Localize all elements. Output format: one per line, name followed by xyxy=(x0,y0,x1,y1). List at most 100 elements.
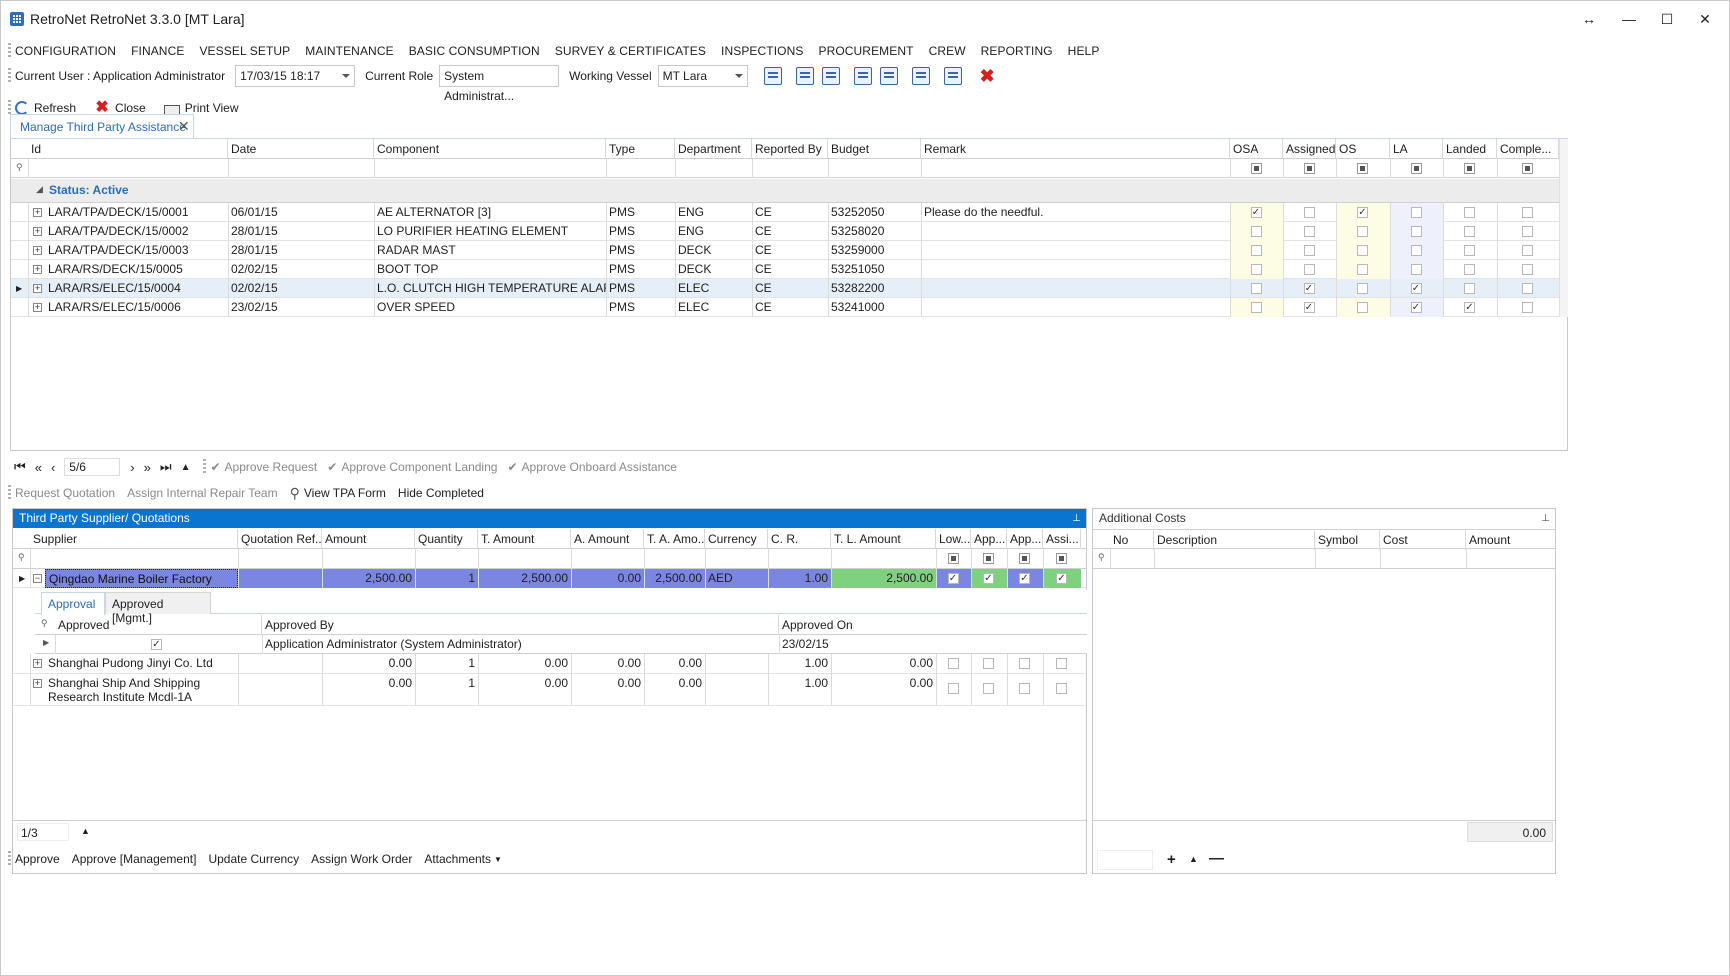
flag-checkbox[interactable]: ✓ xyxy=(983,573,994,584)
col-id[interactable]: Id xyxy=(28,139,228,159)
next-page-icon[interactable]: » xyxy=(144,460,151,475)
restore-size-button[interactable]: ↔ xyxy=(1572,8,1606,30)
flag-checkbox[interactable] xyxy=(1250,302,1262,313)
flag-checkbox[interactable] xyxy=(947,683,959,694)
print-view-button[interactable]: Print View xyxy=(163,101,239,115)
filter-checkbox[interactable] xyxy=(1303,163,1315,174)
approval-row[interactable]: ▶ ✓ Application Administrator (System Ad… xyxy=(35,635,1087,654)
flag-checkbox[interactable]: ✓ xyxy=(1250,207,1262,218)
add-icon[interactable]: + xyxy=(1167,851,1176,868)
prev-page-icon[interactable]: « xyxy=(35,460,42,475)
filter-checkbox[interactable] xyxy=(1357,163,1368,174)
expand-row-icon[interactable]: + xyxy=(33,679,42,688)
flag-checkbox[interactable]: ✓ xyxy=(1019,573,1030,584)
close-window-button[interactable]: ✕ xyxy=(1688,8,1722,30)
tab-approval[interactable]: Approval xyxy=(41,592,105,615)
flag-checkbox[interactable] xyxy=(1464,207,1475,218)
expand-row-icon[interactable]: + xyxy=(33,208,42,217)
flag-checkbox[interactable] xyxy=(1357,283,1368,294)
col-a-amount[interactable]: A. Amount xyxy=(571,529,644,549)
col-cost[interactable]: Cost xyxy=(1380,530,1466,550)
tpa-filter-row[interactable]: ⚲ xyxy=(11,159,1559,178)
flag-checkbox[interactable] xyxy=(1522,264,1533,275)
supplier-filter-row[interactable]: ⚲ xyxy=(13,549,1086,569)
approved-checkbox[interactable]: ✓ xyxy=(151,639,162,650)
col-la[interactable]: LA xyxy=(1390,139,1443,159)
table-row[interactable]: + LARA/TPA/DECK/15/0003 28/01/15 RADAR MAST… xyxy=(11,241,1559,260)
table-row[interactable]: + LARA/RS/ELEC/15/0006 23/02/15 OVER SPEED P… xyxy=(11,298,1559,317)
col-t-amount[interactable]: T. Amount xyxy=(478,529,571,549)
col-approved[interactable]: App... xyxy=(971,529,1007,549)
record-position-input[interactable]: 5/6 xyxy=(64,458,121,476)
flag-checkbox[interactable]: ✓ xyxy=(1303,302,1315,313)
menu-finance[interactable]: FINANCE xyxy=(131,44,184,58)
role-field[interactable]: System Administrat... xyxy=(439,65,560,103)
col-amount[interactable]: Amount xyxy=(1466,530,1555,550)
menu-help[interactable]: HELP xyxy=(1068,44,1100,58)
assign-internal-repair-team-button[interactable]: Assign Internal Repair Team xyxy=(127,486,278,500)
col-symbol[interactable]: Symbol xyxy=(1315,530,1380,550)
menu-maintenance[interactable]: MAINTENANCE xyxy=(305,44,393,58)
bar-chart-icon[interactable] xyxy=(943,67,962,85)
minimize-button[interactable]: — xyxy=(1612,8,1646,30)
calendar-icon[interactable] xyxy=(853,67,872,85)
next-record-icon[interactable]: › xyxy=(130,460,134,475)
table-row[interactable]: + Shanghai Ship And Shipping Research Ins… xyxy=(13,674,1086,706)
col-date[interactable]: Date xyxy=(228,139,374,159)
flag-checkbox[interactable] xyxy=(1357,226,1368,237)
close-tab-icon[interactable]: ✕ xyxy=(178,118,190,135)
col-quantity[interactable]: Quantity xyxy=(415,529,478,549)
col-assigned[interactable]: Assi... xyxy=(1043,529,1081,549)
col-approved[interactable]: Approved xyxy=(55,615,262,635)
col-type[interactable]: Type xyxy=(606,139,675,159)
col-lowest[interactable]: Low... xyxy=(936,529,971,549)
flag-checkbox[interactable] xyxy=(1303,264,1315,275)
expand-row-icon[interactable]: + xyxy=(33,227,42,236)
table-row[interactable]: + LARA/RS/DECK/15/0005 02/02/15 BOOT TOP PMS… xyxy=(11,260,1559,279)
attachments-button[interactable]: Attachments xyxy=(424,852,491,866)
menu-vessel-setup[interactable]: VESSEL SETUP xyxy=(199,44,290,58)
col-no[interactable]: No xyxy=(1110,530,1154,550)
flag-checkbox[interactable] xyxy=(1019,683,1030,694)
filter-checkbox[interactable] xyxy=(1056,553,1067,564)
filter-checkbox[interactable] xyxy=(1250,163,1262,174)
menu-survey-certificates[interactable]: SURVEY & CERTIFICATES xyxy=(555,44,706,58)
flag-checkbox[interactable] xyxy=(1522,245,1533,256)
flag-checkbox[interactable] xyxy=(1464,245,1475,256)
col-supplier[interactable]: Supplier xyxy=(30,529,238,549)
flag-checkbox[interactable] xyxy=(1019,658,1030,669)
flag-checkbox[interactable] xyxy=(947,658,959,669)
flag-checkbox[interactable] xyxy=(1056,683,1067,694)
filter-checkbox[interactable] xyxy=(1410,163,1422,174)
approve-onboard-assistance-button[interactable]: Approve Onboard Assistance xyxy=(522,460,677,474)
flag-checkbox[interactable] xyxy=(1522,283,1533,294)
expand-row-icon[interactable]: + xyxy=(33,659,42,668)
collapse-up-icon[interactable]: ▲ xyxy=(181,462,191,473)
col-remark[interactable]: Remark xyxy=(921,139,1230,159)
table-row[interactable]: ▶ + LARA/RS/ELEC/15/0004 02/02/15 L.O. CLUTC… xyxy=(11,279,1559,298)
expand-row-icon[interactable]: + xyxy=(33,246,42,255)
date-time-combo[interactable]: 17/03/15 18:17 xyxy=(235,65,356,87)
delete-x-icon[interactable]: ✖ xyxy=(980,66,995,87)
remove-icon[interactable]: — xyxy=(1209,850,1224,867)
collapse-row-icon[interactable]: − xyxy=(33,574,42,583)
flag-checkbox[interactable] xyxy=(1464,283,1475,294)
col-cr[interactable]: C. R. xyxy=(768,529,831,549)
flag-checkbox[interactable] xyxy=(1303,207,1315,218)
approve-component-landing-button[interactable]: Approve Component Landing xyxy=(341,460,497,474)
flag-checkbox[interactable] xyxy=(1464,264,1475,275)
flag-checkbox[interactable] xyxy=(1303,245,1315,256)
col-amount[interactable]: Amount xyxy=(322,529,415,549)
col-description[interactable]: Description xyxy=(1154,530,1315,550)
request-quotation-button[interactable]: Request Quotation xyxy=(15,486,115,500)
maximize-button[interactable]: ☐ xyxy=(1650,8,1684,30)
menu-procurement[interactable]: PROCUREMENT xyxy=(818,44,913,58)
approve-management-button[interactable]: Approve [Management] xyxy=(72,852,197,866)
table-row[interactable]: + Shanghai Pudong Jinyi Co. Ltd 0.00 1 0.00 0… xyxy=(13,654,1086,674)
col-os[interactable]: OS xyxy=(1336,139,1390,159)
vessel-combo[interactable]: MT Lara xyxy=(657,65,748,87)
flag-checkbox[interactable] xyxy=(1357,264,1368,275)
flag-checkbox[interactable] xyxy=(1250,264,1262,275)
refresh-button[interactable]: Refresh xyxy=(15,101,76,115)
flag-checkbox[interactable] xyxy=(1522,226,1533,237)
